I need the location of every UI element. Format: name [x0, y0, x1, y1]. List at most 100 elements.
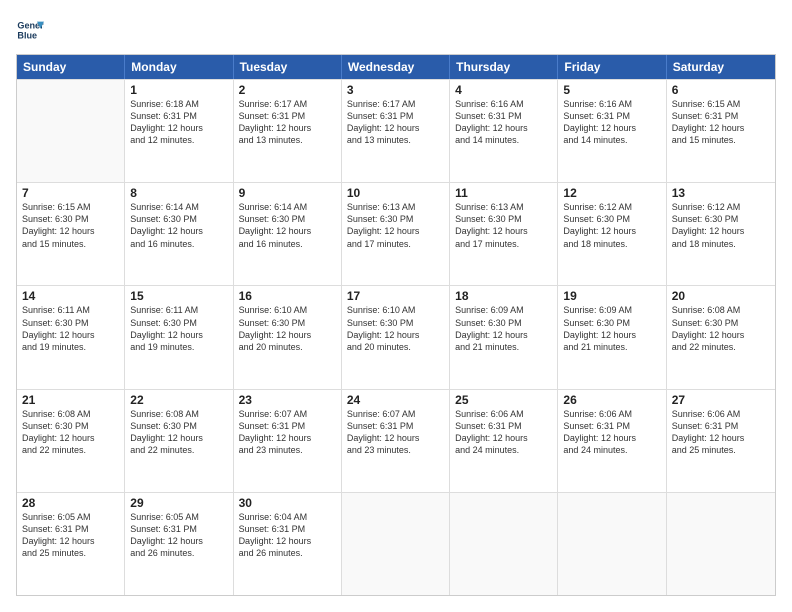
- day-number: 2: [239, 83, 336, 97]
- cell-info-line: Daylight: 12 hours: [563, 432, 660, 444]
- cell-info-line: Sunset: 6:30 PM: [130, 213, 227, 225]
- cell-info-line: Sunrise: 6:11 AM: [22, 304, 119, 316]
- day-cell-29: 29Sunrise: 6:05 AMSunset: 6:31 PMDayligh…: [125, 493, 233, 595]
- day-number: 13: [672, 186, 770, 200]
- cell-info-line: and 20 minutes.: [347, 341, 444, 353]
- cell-info-line: Sunset: 6:30 PM: [563, 317, 660, 329]
- week-row-5: 28Sunrise: 6:05 AMSunset: 6:31 PMDayligh…: [17, 492, 775, 595]
- header-cell-friday: Friday: [558, 55, 666, 79]
- cell-info-line: Sunset: 6:30 PM: [347, 213, 444, 225]
- cell-info-line: Daylight: 12 hours: [239, 535, 336, 547]
- cell-info-line: and 26 minutes.: [130, 547, 227, 559]
- day-cell-5: 5Sunrise: 6:16 AMSunset: 6:31 PMDaylight…: [558, 80, 666, 182]
- day-cell-14: 14Sunrise: 6:11 AMSunset: 6:30 PMDayligh…: [17, 286, 125, 388]
- day-number: 20: [672, 289, 770, 303]
- cell-info-line: Daylight: 12 hours: [130, 122, 227, 134]
- cell-info-line: and 21 minutes.: [455, 341, 552, 353]
- cell-info-line: Daylight: 12 hours: [563, 122, 660, 134]
- empty-cell: [450, 493, 558, 595]
- cell-info-line: and 15 minutes.: [672, 134, 770, 146]
- cell-info-line: Daylight: 12 hours: [239, 329, 336, 341]
- cell-info-line: Sunset: 6:30 PM: [130, 317, 227, 329]
- day-number: 24: [347, 393, 444, 407]
- day-cell-13: 13Sunrise: 6:12 AMSunset: 6:30 PMDayligh…: [667, 183, 775, 285]
- day-cell-27: 27Sunrise: 6:06 AMSunset: 6:31 PMDayligh…: [667, 390, 775, 492]
- cell-info-line: Sunset: 6:31 PM: [130, 523, 227, 535]
- page: General Blue SundayMondayTuesdayWednesda…: [0, 0, 792, 612]
- cell-info-line: and 22 minutes.: [130, 444, 227, 456]
- cell-info-line: and 25 minutes.: [672, 444, 770, 456]
- cell-info-line: Daylight: 12 hours: [130, 225, 227, 237]
- cell-info-line: Sunset: 6:31 PM: [672, 110, 770, 122]
- empty-cell: [17, 80, 125, 182]
- cell-info-line: Daylight: 12 hours: [130, 329, 227, 341]
- svg-text:Blue: Blue: [17, 30, 37, 40]
- cell-info-line: Daylight: 12 hours: [130, 535, 227, 547]
- day-number: 25: [455, 393, 552, 407]
- week-row-4: 21Sunrise: 6:08 AMSunset: 6:30 PMDayligh…: [17, 389, 775, 492]
- header-cell-tuesday: Tuesday: [234, 55, 342, 79]
- day-cell-8: 8Sunrise: 6:14 AMSunset: 6:30 PMDaylight…: [125, 183, 233, 285]
- cell-info-line: Daylight: 12 hours: [22, 329, 119, 341]
- day-number: 9: [239, 186, 336, 200]
- day-cell-7: 7Sunrise: 6:15 AMSunset: 6:30 PMDaylight…: [17, 183, 125, 285]
- day-number: 6: [672, 83, 770, 97]
- day-number: 29: [130, 496, 227, 510]
- cell-info-line: Sunrise: 6:07 AM: [347, 408, 444, 420]
- cell-info-line: Sunrise: 6:08 AM: [22, 408, 119, 420]
- cell-info-line: Sunrise: 6:15 AM: [672, 98, 770, 110]
- week-row-1: 1Sunrise: 6:18 AMSunset: 6:31 PMDaylight…: [17, 79, 775, 182]
- cell-info-line: Sunrise: 6:16 AM: [455, 98, 552, 110]
- day-number: 5: [563, 83, 660, 97]
- day-cell-30: 30Sunrise: 6:04 AMSunset: 6:31 PMDayligh…: [234, 493, 342, 595]
- day-cell-23: 23Sunrise: 6:07 AMSunset: 6:31 PMDayligh…: [234, 390, 342, 492]
- header-cell-sunday: Sunday: [17, 55, 125, 79]
- cell-info-line: Sunrise: 6:04 AM: [239, 511, 336, 523]
- cell-info-line: Sunset: 6:31 PM: [563, 110, 660, 122]
- day-cell-2: 2Sunrise: 6:17 AMSunset: 6:31 PMDaylight…: [234, 80, 342, 182]
- day-cell-28: 28Sunrise: 6:05 AMSunset: 6:31 PMDayligh…: [17, 493, 125, 595]
- cell-info-line: and 16 minutes.: [239, 238, 336, 250]
- day-cell-26: 26Sunrise: 6:06 AMSunset: 6:31 PMDayligh…: [558, 390, 666, 492]
- cell-info-line: and 22 minutes.: [672, 341, 770, 353]
- cell-info-line: Daylight: 12 hours: [347, 122, 444, 134]
- cell-info-line: Sunset: 6:30 PM: [239, 213, 336, 225]
- cell-info-line: and 20 minutes.: [239, 341, 336, 353]
- day-number: 22: [130, 393, 227, 407]
- cell-info-line: Sunset: 6:30 PM: [239, 317, 336, 329]
- week-row-2: 7Sunrise: 6:15 AMSunset: 6:30 PMDaylight…: [17, 182, 775, 285]
- cell-info-line: Sunset: 6:30 PM: [22, 317, 119, 329]
- day-number: 17: [347, 289, 444, 303]
- day-cell-1: 1Sunrise: 6:18 AMSunset: 6:31 PMDaylight…: [125, 80, 233, 182]
- day-cell-9: 9Sunrise: 6:14 AMSunset: 6:30 PMDaylight…: [234, 183, 342, 285]
- cell-info-line: Sunrise: 6:05 AM: [130, 511, 227, 523]
- cell-info-line: Daylight: 12 hours: [22, 432, 119, 444]
- day-number: 4: [455, 83, 552, 97]
- cell-info-line: Daylight: 12 hours: [239, 225, 336, 237]
- cell-info-line: Sunset: 6:31 PM: [347, 420, 444, 432]
- cell-info-line: Sunrise: 6:09 AM: [563, 304, 660, 316]
- cell-info-line: Sunset: 6:30 PM: [347, 317, 444, 329]
- cell-info-line: and 15 minutes.: [22, 238, 119, 250]
- header-cell-monday: Monday: [125, 55, 233, 79]
- cell-info-line: and 26 minutes.: [239, 547, 336, 559]
- cell-info-line: and 14 minutes.: [563, 134, 660, 146]
- calendar-body: 1Sunrise: 6:18 AMSunset: 6:31 PMDaylight…: [17, 79, 775, 595]
- day-number: 18: [455, 289, 552, 303]
- cell-info-line: Sunrise: 6:15 AM: [22, 201, 119, 213]
- calendar-header: SundayMondayTuesdayWednesdayThursdayFrid…: [17, 55, 775, 79]
- cell-info-line: Sunset: 6:31 PM: [22, 523, 119, 535]
- cell-info-line: and 18 minutes.: [672, 238, 770, 250]
- empty-cell: [667, 493, 775, 595]
- cell-info-line: Sunrise: 6:08 AM: [672, 304, 770, 316]
- day-cell-16: 16Sunrise: 6:10 AMSunset: 6:30 PMDayligh…: [234, 286, 342, 388]
- cell-info-line: and 17 minutes.: [347, 238, 444, 250]
- cell-info-line: Sunrise: 6:09 AM: [455, 304, 552, 316]
- cell-info-line: and 23 minutes.: [347, 444, 444, 456]
- day-number: 12: [563, 186, 660, 200]
- day-number: 28: [22, 496, 119, 510]
- cell-info-line: Sunrise: 6:05 AM: [22, 511, 119, 523]
- day-cell-17: 17Sunrise: 6:10 AMSunset: 6:30 PMDayligh…: [342, 286, 450, 388]
- day-cell-19: 19Sunrise: 6:09 AMSunset: 6:30 PMDayligh…: [558, 286, 666, 388]
- cell-info-line: and 14 minutes.: [455, 134, 552, 146]
